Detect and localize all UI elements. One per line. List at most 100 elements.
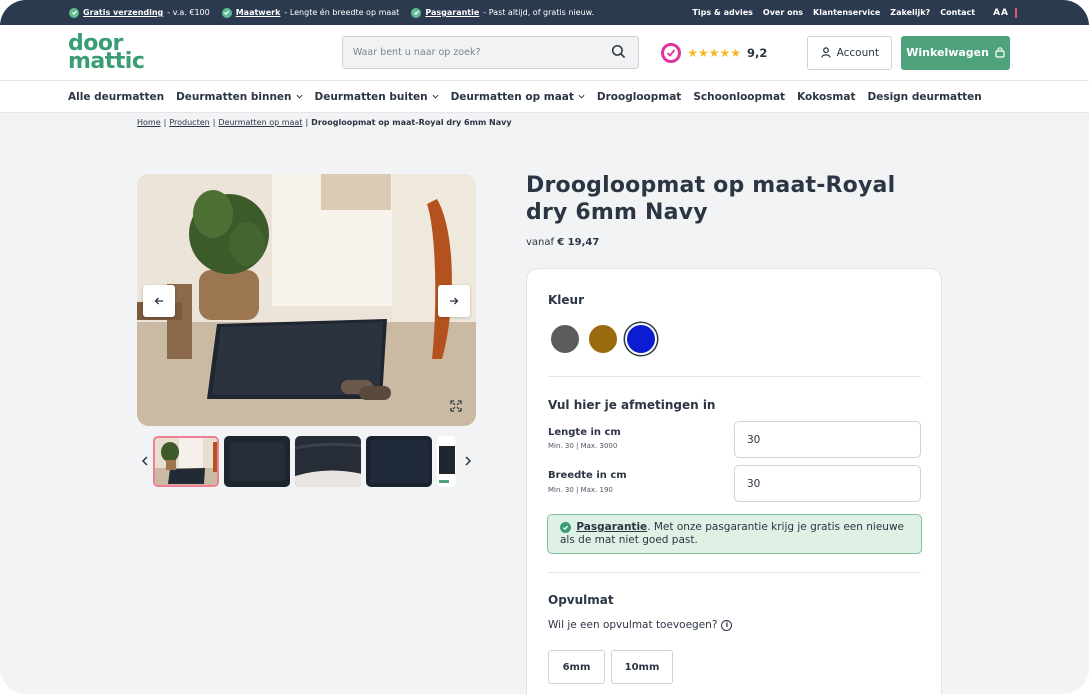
- breadcrumb-products[interactable]: Producten: [169, 118, 209, 127]
- fullscreen-button[interactable]: [448, 398, 464, 414]
- usp-text: - v.a. €100: [167, 8, 210, 17]
- product-title: Droogloopmat op maat-Royal dry 6mm Navy: [526, 173, 896, 225]
- guarantee-link[interactable]: Pasgarantie: [576, 521, 647, 533]
- usp-item: Maatwerk - Lengte én breedte op maat: [221, 7, 399, 18]
- usp-link[interactable]: Maatwerk: [236, 8, 281, 17]
- next-image-button[interactable]: [438, 285, 470, 317]
- toplink-service[interactable]: Klantenservice: [813, 8, 880, 17]
- review-rating[interactable]: ★★★★★ 9,2: [661, 42, 768, 63]
- nav-item-label: Alle deurmatten: [68, 90, 165, 103]
- underlay-option-6mm[interactable]: 6mm: [548, 650, 605, 684]
- expand-icon: [450, 400, 462, 412]
- cart-button[interactable]: Winkelwagen: [901, 35, 1010, 70]
- fit-guarantee-notice: Pasgarantie. Met onze pasgarantie krijg …: [547, 514, 922, 554]
- account-button[interactable]: Account: [807, 35, 893, 70]
- star-rating-icon: ★★★★★: [687, 45, 742, 60]
- info-icon[interactable]: i: [721, 619, 733, 631]
- arrow-left-icon: [154, 297, 163, 305]
- underlay-options: 6mm 10mm: [548, 650, 673, 684]
- usp-item: Gratis verzending - v.a. €100: [69, 7, 210, 18]
- underlay-question-text: Wil je een opvulmat toevoegen?: [548, 619, 718, 631]
- breadcrumb-current: Droogloopmat op maat-Royal dry 6mm Navy: [311, 118, 512, 127]
- length-input[interactable]: 30: [734, 421, 921, 458]
- nav-item-label: Schoonloopmat: [693, 90, 786, 103]
- thumbnail-image[interactable]: [365, 435, 432, 487]
- nav-item-outdoor[interactable]: Deurmatten buiten: [315, 91, 439, 103]
- search-icon[interactable]: [611, 44, 626, 62]
- user-icon: [821, 47, 831, 58]
- thumbnail-image[interactable]: [436, 435, 457, 487]
- breadcrumb-home[interactable]: Home: [137, 118, 161, 127]
- nav-item-all-mats[interactable]: Alle deurmatten: [68, 91, 164, 103]
- breadcrumb-separator: |: [305, 118, 309, 127]
- nav-item-label: Deurmatten binnen: [176, 90, 292, 103]
- nav-item-clean-mat[interactable]: Schoonloopmat: [693, 91, 785, 103]
- price-prefix: vanaf: [526, 237, 555, 248]
- chevron-down-icon: [578, 94, 585, 99]
- width-hint: Min. 30 | Max. 190: [548, 486, 613, 494]
- nav-item-label: Design deurmatten: [867, 90, 982, 103]
- thumbnail-photo: [436, 435, 457, 487]
- dimensions-section-title: Vul hier je afmetingen in: [548, 398, 716, 412]
- divider: [548, 376, 921, 377]
- color-section-title: Kleur: [548, 293, 585, 307]
- price-value: € 19,47: [557, 237, 600, 248]
- page: Gratis verzending - v.a. €100 Maatwerk -…: [0, 0, 1089, 694]
- breadcrumb-separator: |: [212, 118, 216, 127]
- width-label: Breedte in cm: [548, 470, 627, 481]
- nav-item-indoor[interactable]: Deurmatten binnen: [176, 90, 303, 103]
- thumbnail-strip: [137, 434, 476, 488]
- chevron-down-icon: [432, 94, 439, 99]
- nav-item-label: Droogloopmat: [596, 90, 682, 103]
- check-icon: [560, 522, 571, 533]
- width-input[interactable]: 30: [734, 465, 921, 502]
- nav-item-coco-mat[interactable]: Kokosmat: [797, 91, 855, 103]
- prev-image-button[interactable]: [143, 285, 175, 317]
- color-swatches: [549, 323, 657, 355]
- search-input[interactable]: Waar bent u naar op zoek?: [341, 36, 640, 69]
- rating-score: 9,2: [747, 45, 768, 60]
- underlay-option-10mm[interactable]: 10mm: [611, 650, 673, 684]
- nav-item-dry-mat[interactable]: Droogloopmat: [597, 91, 681, 103]
- thumbnail-photo: [154, 437, 217, 485]
- usp-text: - Past altijd, of gratis nieuw.: [483, 8, 595, 17]
- product-config-card: Kleur Vul hier je afmetingen in Lengte i…: [526, 268, 942, 694]
- thumbnail-image[interactable]: [223, 435, 290, 487]
- nav-item-design[interactable]: Design deurmatten: [867, 91, 981, 103]
- product-price: vanaf € 19,47: [526, 237, 599, 248]
- text-size-toggle[interactable]: AA: [993, 7, 1017, 18]
- toplink-contact[interactable]: Contact: [940, 8, 975, 17]
- logo-line2: mattic: [68, 48, 145, 74]
- divider: [548, 572, 921, 573]
- nav-item-custom[interactable]: Deurmatten op maat: [451, 91, 585, 103]
- thumbnail-prev-button[interactable]: [137, 453, 153, 469]
- nav-item-label: Deurmatten op maat: [450, 90, 574, 103]
- usp-link[interactable]: Gratis verzending: [83, 8, 163, 17]
- color-swatch-brown[interactable]: [587, 323, 619, 355]
- breadcrumb: Home | Producten | Deurmatten op maat | …: [137, 118, 512, 127]
- thumbnail-image[interactable]: [294, 435, 361, 487]
- check-icon: [411, 7, 422, 18]
- logo[interactable]: door mattic: [68, 32, 160, 74]
- chevron-down-icon: [296, 94, 303, 99]
- toplink-business[interactable]: Zakelijk?: [890, 8, 930, 17]
- chevron-right-icon: [465, 456, 472, 466]
- header: door mattic Waar bent u naar op zoek? ★★…: [0, 25, 1089, 81]
- check-icon: [69, 7, 79, 18]
- thumbnail-next-button[interactable]: [460, 453, 476, 469]
- product-image-gallery[interactable]: [137, 174, 476, 426]
- thumbnail-image[interactable]: [152, 435, 219, 487]
- thumbnail-photo: [294, 435, 361, 487]
- breadcrumb-custom-mats[interactable]: Deurmatten op maat: [218, 118, 302, 127]
- color-swatch-grey[interactable]: [549, 323, 581, 355]
- usp-item: Pasgarantie - Past altijd, of gratis nie…: [411, 7, 595, 18]
- arrow-right-icon: [450, 297, 459, 305]
- toplink-tips[interactable]: Tips & advies: [692, 8, 753, 17]
- underlay-section-title: Opvulmat: [548, 593, 614, 607]
- usp-list: Gratis verzending - v.a. €100 Maatwerk -…: [69, 7, 595, 18]
- usp-link[interactable]: Pasgarantie: [425, 8, 479, 17]
- toplink-about[interactable]: Over ons: [763, 8, 803, 17]
- nav-item-label: Kokosmat: [797, 90, 856, 103]
- cart-label: Winkelwagen: [906, 46, 989, 59]
- color-swatch-navy[interactable]: [625, 323, 657, 355]
